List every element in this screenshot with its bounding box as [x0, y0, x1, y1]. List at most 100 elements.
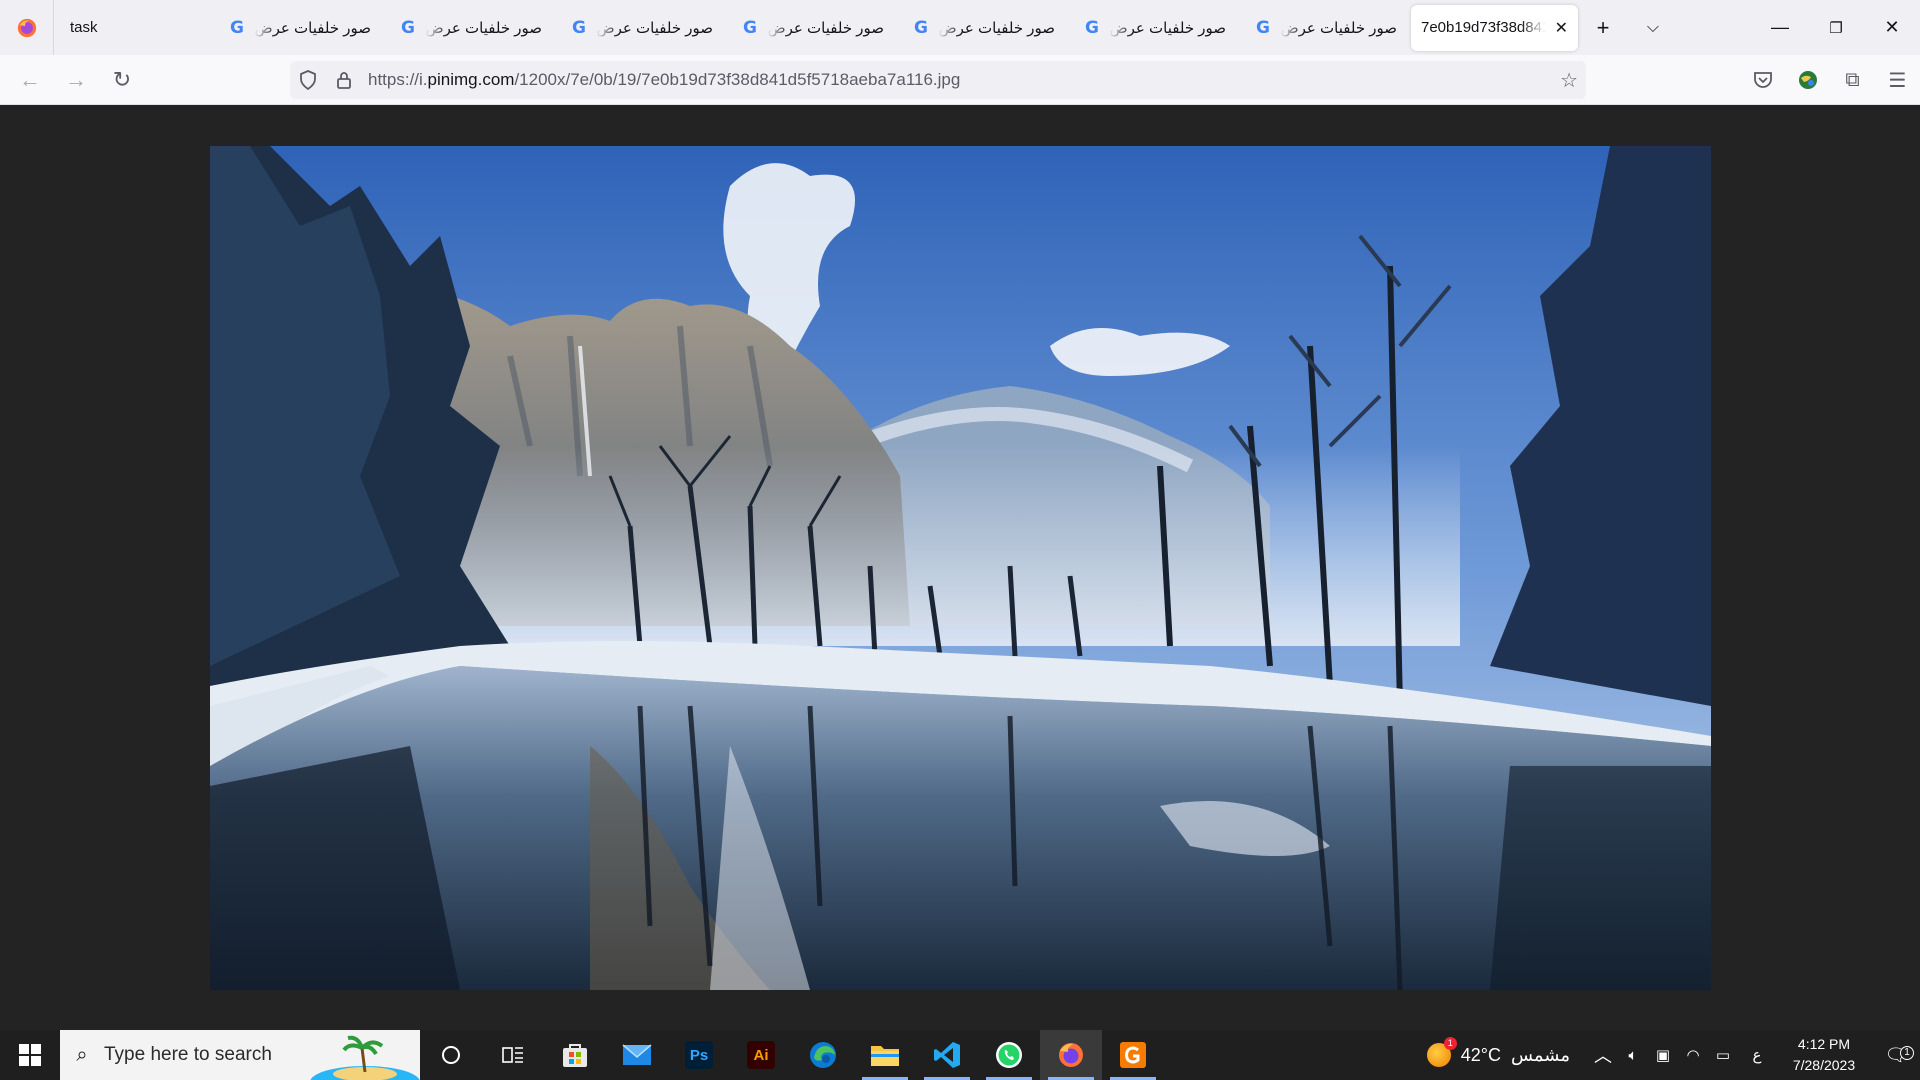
chevron-down-icon: ⌵	[1646, 18, 1660, 36]
tab-label: 7e0b19d73f38d841	[1421, 19, 1546, 36]
close-window-button[interactable]: ✕	[1864, 0, 1920, 55]
tab-label: صور خلفيات عرض	[254, 19, 371, 37]
task-view-button[interactable]	[482, 1030, 544, 1080]
plus-icon: +	[1596, 14, 1610, 40]
clock[interactable]: 4:12 PM 7/28/2023	[1776, 1034, 1872, 1076]
tab-label: صور خلفيات عرض	[425, 19, 542, 37]
tab-active-image[interactable]: 7e0b19d73f38d841 ✕	[1411, 4, 1578, 51]
cortana-button[interactable]	[420, 1030, 482, 1080]
tab-google-7[interactable]: G صور خلفيات عرض	[1240, 0, 1411, 55]
photoshop-button[interactable]: Ps	[668, 1030, 730, 1080]
tab-google-1[interactable]: G صور خلفيات عرض	[214, 0, 385, 55]
tab-label: صور خلفيات عرض	[1280, 19, 1397, 37]
tab-label: صور خلفيات عرض	[596, 19, 713, 37]
pocket-icon	[1753, 72, 1772, 88]
whatsapp-icon	[996, 1042, 1022, 1068]
weather-widget[interactable]: 1 42°C مشمس	[1426, 1037, 1570, 1067]
google-icon: G	[571, 17, 586, 38]
forward-button[interactable]: →	[54, 60, 98, 100]
toolbar-right: ⧉ ☰	[1740, 55, 1920, 105]
lock-icon[interactable]	[326, 71, 362, 89]
start-button[interactable]	[0, 1030, 60, 1080]
list-all-tabs-button[interactable]: ⌵	[1628, 0, 1678, 55]
weather-desc: مشمس	[1510, 1044, 1570, 1065]
task-view-icon	[502, 1047, 523, 1063]
extensions-button[interactable]: ⧉	[1830, 60, 1875, 100]
app-g-button[interactable]	[1102, 1030, 1164, 1080]
mail-icon	[622, 1044, 652, 1065]
sun-icon: 1	[1426, 1037, 1457, 1067]
weather-badge: 1	[1443, 1037, 1457, 1050]
tab-google-6[interactable]: G صور خلفيات عرض	[1069, 0, 1240, 55]
pocket-button[interactable]	[1740, 60, 1785, 100]
tab-google-3[interactable]: G صور خلفيات عرض	[556, 0, 727, 55]
app-g-icon	[1120, 1042, 1146, 1068]
firefox-icon	[17, 18, 36, 37]
battery-icon[interactable]: ▭	[1708, 1046, 1738, 1064]
profile-extension-button[interactable]	[1785, 60, 1830, 100]
input-language[interactable]: ع	[1738, 1046, 1776, 1064]
restore-button[interactable]: ❐	[1808, 0, 1864, 55]
action-center-button[interactable]: 🗨︎ 1	[1872, 1045, 1920, 1066]
whatsapp-button[interactable]	[978, 1030, 1040, 1080]
tab-label: صور خلفيات عرض	[1109, 19, 1226, 37]
file-explorer-button[interactable]	[854, 1030, 916, 1080]
tab-google-4[interactable]: G صور خلفيات عرض	[727, 0, 898, 55]
wifi-icon[interactable]: ◠	[1678, 1046, 1708, 1064]
microsoft-store-button[interactable]	[544, 1030, 606, 1080]
speaker-icon[interactable]: 🔈︎	[1618, 1047, 1648, 1064]
cortana-icon	[442, 1046, 460, 1064]
reload-icon: ↻	[112, 66, 132, 92]
weather-temp: 42°C	[1460, 1044, 1501, 1065]
url-text: https://i.pinimg.com/1200x/7e/0b/19/7e0b…	[362, 70, 960, 90]
bookmark-star-icon[interactable]: ☆	[1560, 68, 1578, 93]
google-icon: G	[229, 17, 244, 38]
new-tab-button[interactable]: +	[1578, 0, 1628, 55]
illustrator-button[interactable]: Ai	[730, 1030, 792, 1080]
minimize-button[interactable]: —	[1752, 0, 1808, 55]
search-icon: ⌕	[76, 1043, 88, 1066]
winter-river-photo[interactable]	[210, 146, 1711, 990]
chevron-up-icon[interactable]: ︿	[1588, 1042, 1618, 1068]
tab-google-5[interactable]: G صور خلفيات عرض	[898, 0, 1069, 55]
url-bar[interactable]: https://i.pinimg.com/1200x/7e/0b/19/7e0b…	[290, 61, 1586, 99]
tab-label: task	[70, 19, 98, 36]
back-button[interactable]: ←	[8, 60, 52, 100]
firefox-taskbar-button[interactable]	[1040, 1030, 1102, 1080]
windows-taskbar: ⌕ Type here to search Ps Ai 1 42°C مشمس …	[0, 1030, 1920, 1080]
url-host: pinimg.com	[427, 70, 515, 89]
taskbar-search-box[interactable]: ⌕ Type here to search	[60, 1030, 420, 1080]
google-icon: G	[913, 17, 928, 38]
arrow-left-icon: ←	[19, 66, 41, 92]
vscode-button[interactable]	[916, 1030, 978, 1080]
edge-button[interactable]	[792, 1030, 854, 1080]
close-tab-icon[interactable]: ✕	[1555, 18, 1568, 38]
hamburger-menu-icon: ☰	[1888, 69, 1907, 92]
meet-now-icon[interactable]: ▣	[1648, 1046, 1678, 1064]
tab-label: صور خلفيات عرض	[938, 19, 1055, 37]
url-path: /1200x/7e/0b/19/7e0b19d73f38d841d5f5718a…	[514, 70, 961, 89]
clock-time: 4:12 PM	[1797, 1036, 1851, 1052]
app-menu-button[interactable]: ☰	[1875, 60, 1920, 100]
reload-button[interactable]: ↻	[100, 60, 144, 100]
tab-label: صور خلفيات عرض	[767, 19, 884, 37]
firefox-icon	[1059, 1043, 1083, 1067]
puzzle-icon: ⧉	[1845, 68, 1860, 91]
mail-button[interactable]	[606, 1030, 668, 1080]
store-icon	[563, 1044, 587, 1067]
minimize-icon: —	[1771, 17, 1789, 37]
navigation-toolbar: ← → ↻ https://i.pinimg.com/1200x/7e/0b/1…	[0, 55, 1920, 105]
google-icon: G	[1084, 17, 1099, 38]
illustrator-icon: Ai	[747, 1041, 775, 1069]
vscode-icon	[934, 1042, 960, 1068]
landscape-image	[210, 146, 1711, 990]
photoshop-icon: Ps	[685, 1041, 713, 1069]
edge-icon	[810, 1042, 836, 1068]
firefox-view-button[interactable]	[0, 0, 54, 55]
close-icon: ✕	[1884, 17, 1900, 37]
tab-google-2[interactable]: G صور خلفيات عرض	[385, 0, 556, 55]
tab-task[interactable]: task	[54, 0, 214, 55]
tracking-protection-shield-icon[interactable]	[290, 70, 326, 90]
window-controls: — ❐ ✕	[1752, 0, 1920, 55]
google-icon: G	[1255, 17, 1270, 38]
